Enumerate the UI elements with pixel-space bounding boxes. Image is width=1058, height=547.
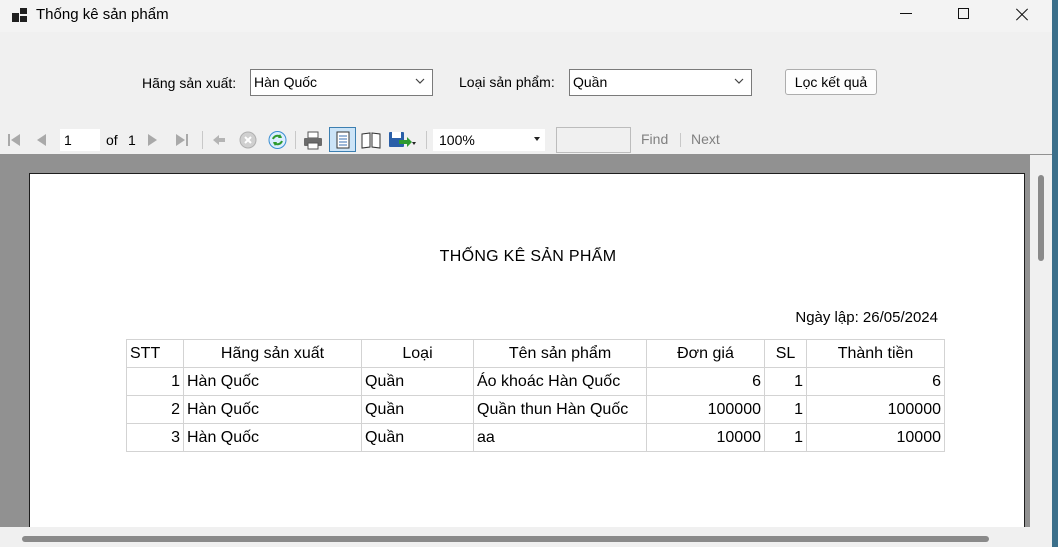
column-header: SL [764,339,807,368]
report-date: Ngày lập: 26/05/2024 [795,309,938,326]
toolbar-separator [295,131,296,149]
vertical-scroll-thumb[interactable] [1038,175,1044,261]
table-cell: Hàn Quốc [183,367,362,396]
table-cell: 100000 [646,395,765,424]
filter-panel: Hãng sản xuất: Hàn Quốc Loại sản phẩm: Q… [0,32,1052,126]
toolbar-separator [680,133,681,147]
print-layout-icon [336,131,350,149]
zoom-value: 100% [439,132,475,148]
table-cell: 2 [126,395,184,424]
table-cell: 1 [764,395,807,424]
previous-page-icon[interactable] [34,130,48,150]
column-header: Loại [361,339,474,368]
report-toolbar: 1 of 1 100% Find Next [0,126,1052,154]
minimize-icon [900,13,912,14]
table-row: 3 Hàn Quốc Quần aa 10000 1 10000 [126,423,945,452]
table-cell: 1 [764,367,807,396]
back-icon[interactable] [210,130,228,150]
app-icon [12,8,28,22]
stop-icon[interactable] [238,130,258,150]
zoom-select[interactable]: 100% [433,129,545,151]
table-cell: aa [473,423,647,452]
type-combo[interactable]: Quần [569,69,752,96]
minimize-button[interactable] [878,0,936,30]
filter-button[interactable]: Lọc kết quả [785,69,877,95]
maximize-button[interactable] [935,0,993,30]
table-cell: 100000 [806,395,945,424]
table-cell: 3 [126,423,184,452]
table-cell: 6 [806,367,945,396]
table-cell: 10000 [806,423,945,452]
table-cell: Quần thun Hàn Quốc [473,395,647,424]
find-input[interactable] [556,127,631,153]
type-combo-value: Quần [573,74,608,90]
close-button[interactable] [993,0,1051,30]
maximize-icon [958,8,969,19]
next-page-icon[interactable] [146,130,160,150]
horizontal-scrollbar[interactable] [0,527,1052,547]
report-title: THỐNG KÊ SẢN PHẨM [439,248,617,265]
title-bar: Thống kê sản phẩm [0,0,1058,32]
find-link[interactable]: Find [641,131,668,147]
column-header: STT [126,339,184,368]
brand-label: Hãng sản xuất: [142,75,237,91]
column-header: Hãng sản xuất [183,339,362,368]
table-cell: Quần [361,423,474,452]
toolbar-separator [426,131,427,149]
brand-combo[interactable]: Hàn Quốc [250,69,433,96]
vertical-scrollbar[interactable] [1030,155,1052,527]
next-link[interactable]: Next [691,131,720,147]
refresh-icon[interactable] [267,130,288,150]
column-header: Đơn giá [646,339,765,368]
first-page-icon[interactable] [6,130,22,150]
column-header: Tên sản phẩm [473,339,647,368]
print-icon[interactable] [302,130,324,150]
table-cell: Áo khoác Hàn Quốc [473,367,647,396]
report-page: THỐNG KÊ SẢN PHẨM Ngày lập: 26/05/2024 S… [29,173,1025,533]
caret-down-icon [534,137,540,141]
last-page-icon[interactable] [174,130,190,150]
table-cell: 1 [126,367,184,396]
column-header: Thành tiền [806,339,945,368]
table-cell: Hàn Quốc [183,395,362,424]
window-title: Thống kê sản phẩm [36,6,169,23]
page-number-input[interactable]: 1 [60,129,100,151]
table-cell: 6 [646,367,765,396]
of-label: of [106,132,118,148]
report-table: STT Hãng sản xuất Loại Tên sản phẩm Đơn … [126,339,945,452]
total-pages: 1 [128,132,136,148]
table-cell: Quần [361,395,474,424]
chevron-down-icon [415,78,425,84]
brand-combo-value: Hàn Quốc [254,74,318,90]
export-icon[interactable] [388,130,418,150]
table-row: 1 Hàn Quốc Quần Áo khoác Hàn Quốc 6 1 6 [126,367,945,396]
desktop-background [1052,0,1058,547]
table-cell: Quần [361,367,474,396]
table-cell: Hàn Quốc [183,423,362,452]
page-setup-icon[interactable] [360,130,382,150]
table-cell: 10000 [646,423,765,452]
print-layout-button[interactable] [329,127,356,152]
type-label: Loại sản phẩm: [459,74,555,90]
table-cell: 1 [764,423,807,452]
toolbar-separator [202,131,203,149]
table-row: 2 Hàn Quốc Quần Quần thun Hàn Quốc 10000… [126,395,945,424]
horizontal-scroll-thumb[interactable] [22,536,989,542]
chevron-down-icon [734,78,744,84]
table-header-row: STT Hãng sản xuất Loại Tên sản phẩm Đơn … [126,339,945,368]
